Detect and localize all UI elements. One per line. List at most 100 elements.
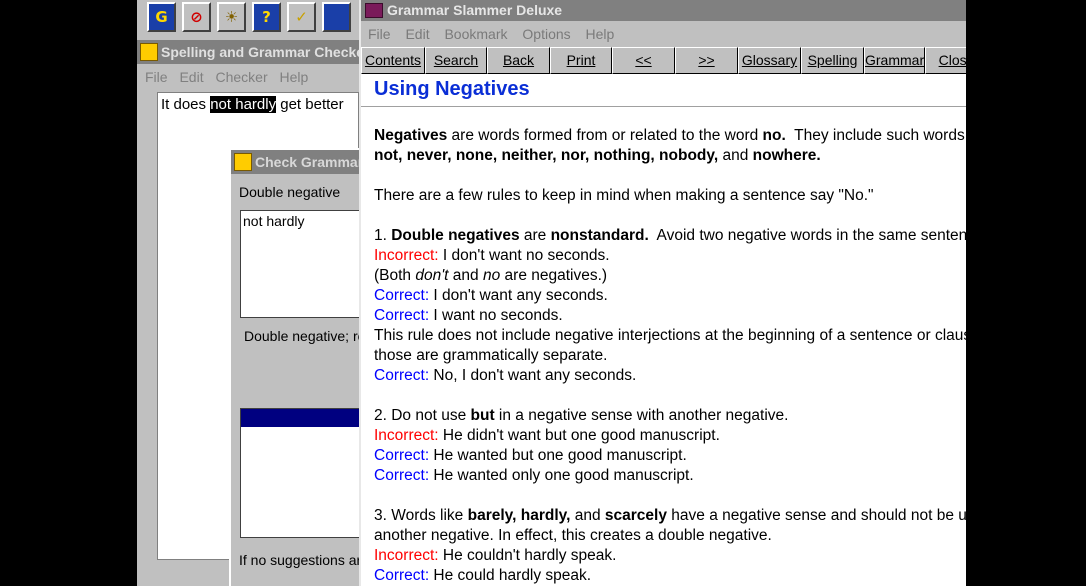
example-text: I want no seconds. bbox=[429, 307, 563, 324]
doc-text-before: It does bbox=[161, 96, 211, 113]
correct-label: Correct: bbox=[374, 307, 430, 324]
spelling-button[interactable]: Spelling bbox=[801, 47, 864, 74]
book-icon bbox=[365, 2, 383, 18]
term-double-negatives: Double negatives bbox=[391, 227, 520, 244]
negative-words: not, never, none, neither, nor, nothing,… bbox=[374, 147, 719, 164]
rule-2-incorrect: Incorrect: He didn't want but one good m… bbox=[374, 426, 966, 446]
help-content-pane[interactable]: Using Negatives Negatives are words form… bbox=[361, 74, 966, 586]
doc-text-after: get better bbox=[276, 96, 344, 113]
rule-1-correct-2: Correct: I want no seconds. bbox=[374, 306, 966, 326]
correct-label: Correct: bbox=[374, 447, 430, 464]
rule-1-correct-3: Correct: No, I don't want any seconds. bbox=[374, 366, 966, 386]
incorrect-label: Incorrect: bbox=[374, 547, 439, 564]
example-text: I don't want any seconds. bbox=[429, 287, 608, 304]
rule-1-parenthetical: (Both don't and no are negatives.) bbox=[374, 266, 966, 286]
rule-1-tail: Avoid two negative words in the same sen… bbox=[648, 227, 966, 244]
term-but: but bbox=[470, 407, 495, 424]
paren-start: (Both bbox=[374, 267, 416, 284]
example-text: He wanted but one good manuscript. bbox=[429, 447, 687, 464]
search-button[interactable]: Search bbox=[425, 47, 487, 74]
intro-text-2: They include such words as bbox=[785, 127, 966, 144]
rule-2-correct-1: Correct: He wanted but one good manuscri… bbox=[374, 446, 966, 466]
paren-end: are negatives.) bbox=[500, 267, 608, 284]
help-icon[interactable]: ? bbox=[252, 2, 281, 32]
title-divider bbox=[361, 106, 966, 107]
rule-1-number: 1. bbox=[374, 227, 392, 244]
rule-3-incorrect: Incorrect: He couldn't hardly speak. bbox=[374, 546, 966, 566]
correct-label: Correct: bbox=[374, 567, 430, 584]
rule-1-incorrect: Incorrect: I don't want no seconds. bbox=[374, 246, 966, 266]
intro-line-2: not, never, none, neither, nor, nothing,… bbox=[374, 146, 966, 166]
grammar-check-icon[interactable]: G bbox=[147, 2, 176, 32]
conj-and: and bbox=[718, 147, 753, 164]
menu-help[interactable]: Help bbox=[280, 69, 309, 85]
back-button[interactable]: Back bbox=[487, 47, 550, 74]
check-grammar-dialog: Check Grammar Double negative not hardly… bbox=[229, 148, 359, 586]
document-text: It does not hardly get better bbox=[161, 96, 344, 113]
checker-title: Spelling and Grammar Checker bbox=[161, 44, 359, 60]
example-text: He couldn't hardly speak. bbox=[438, 547, 617, 564]
term-nowhere: nowhere. bbox=[752, 147, 821, 164]
help-menu-file[interactable]: File bbox=[368, 26, 391, 42]
stop-icon[interactable]: ⊘ bbox=[182, 2, 211, 32]
print-button[interactable]: Print bbox=[550, 47, 612, 74]
example-text: No, I don't want any seconds. bbox=[429, 367, 637, 384]
found-text: not hardly bbox=[243, 213, 305, 229]
intro-line-1: Negatives are words formed from or relat… bbox=[374, 126, 966, 146]
help-menu-bookmark[interactable]: Bookmark bbox=[444, 26, 507, 42]
correct-label: Correct: bbox=[374, 467, 430, 484]
dialog-book-icon bbox=[234, 153, 252, 172]
grammar-button[interactable]: Grammar bbox=[864, 47, 925, 74]
term-barely-hardly: barely, hardly, bbox=[467, 507, 571, 524]
help-menu-help[interactable]: Help bbox=[586, 26, 615, 42]
help-menu-options[interactable]: Options bbox=[522, 26, 570, 42]
checker-title-bar: Spelling and Grammar Checker bbox=[137, 40, 359, 64]
incorrect-label: Incorrect: bbox=[374, 427, 439, 444]
menu-checker[interactable]: Checker bbox=[215, 69, 267, 85]
intro-text: are words formed from or related to the … bbox=[447, 127, 763, 144]
rule-3-correct: Correct: He could hardly speak. bbox=[374, 566, 966, 586]
paren-and: and bbox=[448, 267, 483, 284]
rule-2-correct-2: Correct: He wanted only one good manuscr… bbox=[374, 466, 966, 486]
help-window: Grammar Slammer Deluxe File Edit Bookmar… bbox=[359, 0, 966, 586]
contents-button[interactable]: Contents bbox=[361, 47, 425, 74]
close-button[interactable]: Close bbox=[925, 47, 966, 74]
check-grammar-title-bar: Check Grammar bbox=[231, 150, 359, 174]
suggestions-list[interactable] bbox=[240, 408, 359, 538]
rule-1-note-2: those are grammatically separate. bbox=[374, 347, 608, 364]
app-book-icon bbox=[140, 43, 158, 62]
rule-2-end: in a negative sense with another negativ… bbox=[494, 407, 789, 424]
incorrect-label: Incorrect: bbox=[374, 247, 439, 264]
rule-1-note-1: This rule does not include negative inte… bbox=[374, 327, 966, 344]
term-no: no. bbox=[762, 127, 786, 144]
toolbar-button-blank[interactable] bbox=[322, 2, 351, 32]
menu-file[interactable]: File bbox=[145, 69, 168, 85]
rule-2-heading: 2. Do not use but in a negative sense wi… bbox=[374, 406, 966, 426]
highlighted-error[interactable]: not hardly bbox=[210, 96, 277, 113]
found-text-box[interactable]: not hardly bbox=[240, 210, 359, 318]
rule-3-start: 3. Words like bbox=[374, 507, 468, 524]
help-menu-edit[interactable]: Edit bbox=[405, 26, 429, 42]
rule-3-end: have a negative sense and should not be … bbox=[671, 507, 966, 524]
term-nonstandard: nonstandard. bbox=[550, 227, 649, 244]
footer-text: If no suggestions are bbox=[239, 552, 359, 568]
previous-topic-button[interactable]: << bbox=[612, 47, 675, 74]
menu-edit[interactable]: Edit bbox=[179, 69, 203, 85]
rule-3-heading: 3. Words like barely, hardly, and scarce… bbox=[374, 506, 966, 526]
help-title: Grammar Slammer Deluxe bbox=[387, 2, 563, 18]
rule-1-mid: are bbox=[519, 227, 551, 244]
checker-toolbar: G ⊘ ☀ ? ✓ bbox=[137, 0, 359, 40]
lightbulb-icon[interactable]: ☀ bbox=[217, 2, 246, 32]
next-topic-button[interactable]: >> bbox=[675, 47, 738, 74]
checkmark-icon[interactable]: ✓ bbox=[287, 2, 316, 32]
word-no: no bbox=[482, 267, 501, 284]
glossary-button[interactable]: Glossary bbox=[738, 47, 801, 74]
correct-label: Correct: bbox=[374, 287, 430, 304]
check-grammar-title: Check Grammar bbox=[255, 154, 359, 170]
rule-label: Double negative bbox=[239, 184, 341, 200]
selected-suggestion[interactable] bbox=[241, 409, 359, 427]
